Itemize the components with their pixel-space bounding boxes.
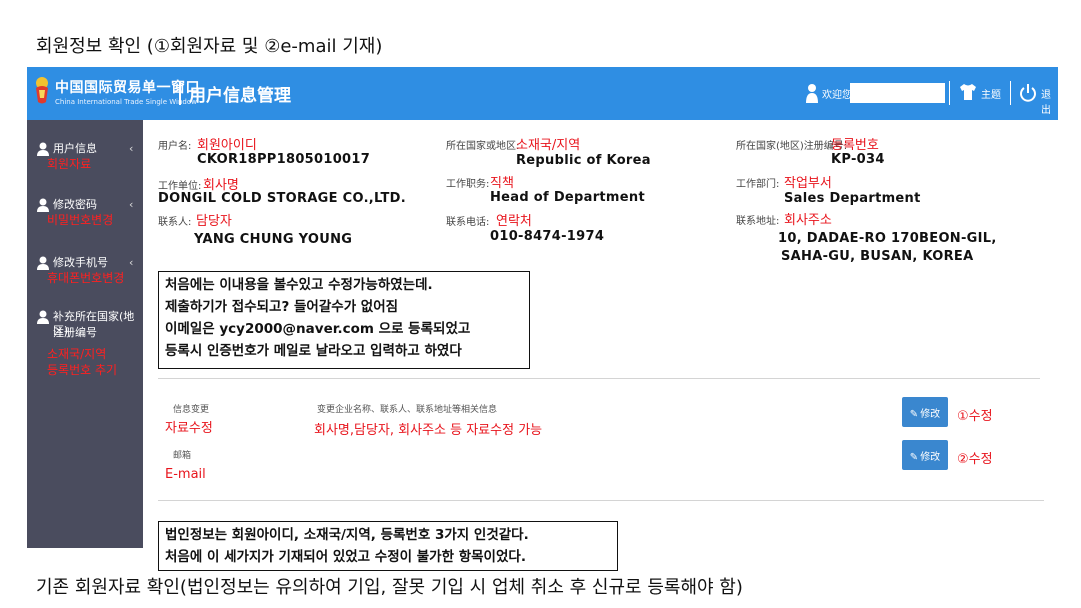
sidebar-annotation: 소재국/지역 [47,347,107,361]
person-icon [37,256,49,270]
header-separator [949,81,950,105]
username-label: 用户名: [158,141,192,152]
document-heading: 회원정보 확인 (①회원자료 및 ②e-mail 기재) [36,36,383,57]
info-change-annotation: 자료수정 [165,421,213,436]
chevron-left-icon: ‹ [129,142,134,155]
sidebar-item-label: 修改密码 [53,198,97,211]
annotation-line: 법인정보는 회원아이디, 소재국/지역, 등록번호 3가지 인것같다. [165,527,529,543]
chevron-left-icon: ‹ [129,256,134,269]
department-label: 工作部门: [736,179,780,190]
edit-button-label: 修改 [920,451,941,463]
email-annotation: E-mail [165,467,206,482]
country-value: Republic of Korea [516,153,651,168]
contact-value: YANG CHUNG YOUNG [194,232,353,247]
sidebar-item-label: 用户信息 [53,142,97,155]
top-navigation-bar: 中国国际贸易单一窗口 China International Trade Sin… [27,67,1058,120]
address-value-line1: 10, DADAE-RO 170BEON-GIL, [778,231,997,246]
shirt-icon[interactable] [959,83,977,101]
reg-no-value: KP-034 [831,152,885,167]
theme-link[interactable]: 主题 [981,86,1001,101]
position-label: 工作职务: [446,179,490,190]
email-label: 邮箱 [173,451,192,461]
header-divider [179,81,181,105]
user-icon [806,84,818,103]
address-annotation: 회사주소 [784,213,832,228]
edit-icon: ✎ [909,408,919,420]
position-annotation: 직책 [490,176,514,191]
divider [158,500,1044,501]
edit-button-label: 修改 [920,408,941,420]
document-footer: 기존 회원자료 확인(법인정보는 유의하여 기입, 잘못 기입 시 업체 취소 … [36,577,743,598]
annotation-line: 등록시 인증번호가 메일로 날라오고 입력하고 하였다 [165,343,462,359]
sidebar-annotation: 회원자료 [47,157,92,171]
info-change-description-annotation: 회사명,담당자, 회사주소 등 자료수정 가능 [314,423,543,438]
edit-email-button[interactable]: ✎ 修改 [902,440,948,470]
annotation-line: 이메일은 ycy2000@naver.com 으로 등록되었고 [165,321,471,337]
module-title: 用户信息管理 [189,86,291,106]
annotation-box-2: 법인정보는 회원아이디, 소재국/지역, 등록번호 3가지 인것같다. 처음에 … [158,521,618,571]
logo-text-en: China International Trade Single Window [55,98,197,106]
department-value: Sales Department [784,191,921,206]
divider [158,378,1040,379]
username-annotation: 회원아이디 [197,138,257,153]
company-label: 工作单位: [158,181,202,192]
sidebar-annotation: 비밀번호변경 [47,213,114,227]
username-value: CKOR18PP1805010017 [197,152,371,167]
person-icon [37,198,49,212]
info-change-description: 变更企业名称、联系人、联系地址等相关信息 [317,405,498,415]
country-label: 所在国家或地区: [446,141,520,152]
annotation-box-1: 처음에는 이내용을 볼수있고 수정가능하였는데. 제출하기가 접수되고? 들어갈… [158,271,530,369]
edit-info-button[interactable]: ✎ 修改 [902,397,948,427]
chevron-left-icon: ‹ [129,198,134,211]
sidebar-item-label: 修改手机号 [53,256,108,269]
person-icon [37,310,49,324]
annotation-line: 처음에는 이내용을 볼수있고 수정가능하였는데. [165,277,433,293]
person-icon [37,142,49,156]
info-change-label: 信息变更 [173,405,210,415]
annotation-line: 처음에 이 세가지가 기재되어 있었고 수정이 불가한 항목이었다. [165,549,526,565]
logo-emblem-icon [36,77,48,104]
edit-info-annotation: ①수정 [957,409,993,424]
edit-icon: ✎ [909,451,919,463]
phone-label: 联系电话: [446,217,490,228]
country-annotation: 소재국/지역 [516,138,581,153]
annotation-line: 제출하기가 접수되고? 들어갈수가 없어짐 [165,299,399,315]
contact-annotation: 담당자 [196,214,232,229]
sidebar: 用户信息 ‹ 회원자료 修改密码 ‹ 비밀번호변경 修改手机号 ‹ 휴대폰번호변… [27,120,143,548]
logout-link[interactable]: 退出 [1041,86,1058,116]
company-value: DONGIL COLD STORAGE CO.,LTD. [158,191,406,206]
sidebar-item-label-line2: 注册编号 [53,326,97,339]
department-annotation: 작업부서 [784,176,832,191]
header-separator [1010,81,1011,105]
sidebar-annotation: 등록번호 추기 [47,363,118,377]
username-display-field[interactable] [850,83,945,103]
power-icon[interactable] [1019,83,1037,103]
position-value: Head of Department [490,190,645,205]
edit-email-annotation: ②수정 [957,452,993,467]
phone-value: 010-8474-1974 [490,229,605,244]
phone-annotation: 연락처 [496,214,532,229]
sidebar-annotation: 휴대폰번호변경 [47,271,125,285]
reg-no-annotation: 등록번호 [831,138,879,153]
address-value-line2: SAHA-GU, BUSAN, KOREA [781,249,974,264]
contact-label: 联系人: [158,217,192,228]
address-label: 联系地址: [736,216,780,227]
